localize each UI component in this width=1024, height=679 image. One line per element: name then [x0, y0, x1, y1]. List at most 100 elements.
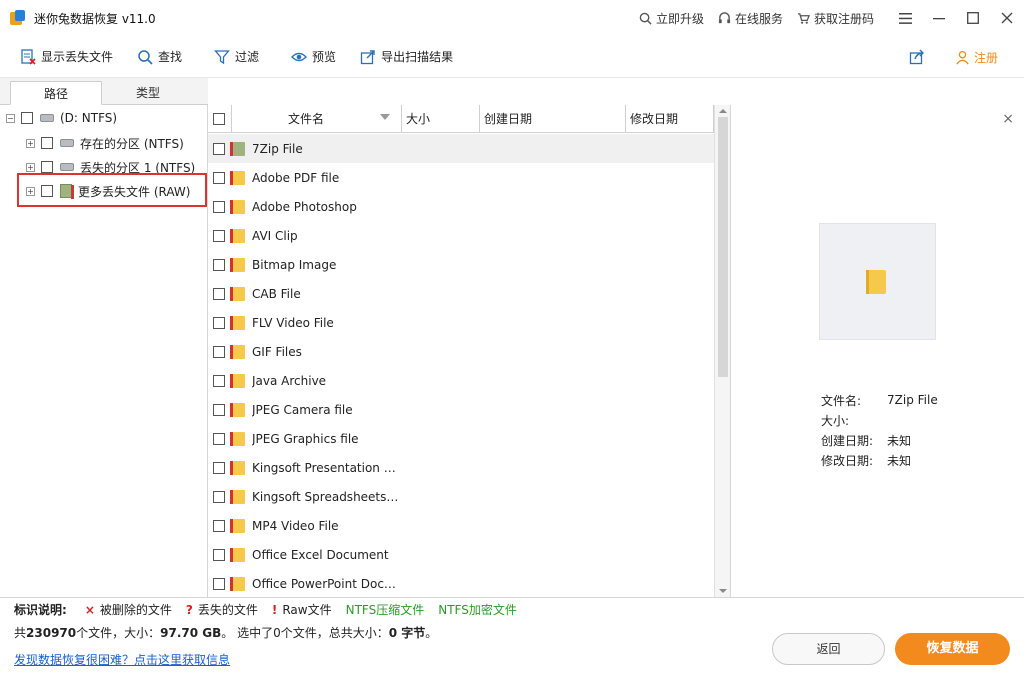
filter-button[interactable]: 过滤	[202, 42, 271, 72]
tree-root-label: (D: NTFS)	[60, 111, 118, 125]
file-type-icon	[230, 547, 245, 562]
minimize-icon	[933, 18, 945, 20]
table-row[interactable]: Kingsoft Presentation Do…	[208, 453, 714, 482]
scroll-down-icon[interactable]	[719, 589, 727, 593]
get-code-link[interactable]: 获取注册码	[797, 10, 874, 27]
header-name-label: 文件名	[288, 112, 325, 126]
row-file-name: Adobe Photoshop	[252, 199, 357, 214]
show-lost-files-button[interactable]: 显示丢失文件	[8, 42, 125, 72]
close-preview-icon[interactable]: ×	[1002, 111, 1014, 127]
header-modified[interactable]: 修改日期	[626, 105, 714, 133]
row-checkbox[interactable]	[213, 548, 225, 561]
file-type-icon	[230, 518, 245, 533]
row-checkbox[interactable]	[213, 461, 225, 474]
table-row[interactable]: Bitmap Image	[208, 250, 714, 279]
preview-label: 预览	[312, 50, 337, 64]
menu-button[interactable]	[888, 0, 922, 36]
find-button[interactable]: 查找	[125, 42, 194, 72]
legend-lost-label: 丢失的文件	[197, 603, 258, 617]
row-checkbox[interactable]	[213, 403, 225, 416]
row-checkbox[interactable]	[213, 316, 225, 329]
select-all-checkbox[interactable]	[213, 113, 225, 125]
table-row[interactable]: Adobe Photoshop	[208, 192, 714, 221]
table-row[interactable]: Adobe PDF file	[208, 163, 714, 192]
row-file-name: GIF Files	[252, 344, 302, 359]
row-checkbox[interactable]	[213, 229, 225, 242]
table-row[interactable]: 7Zip File	[208, 134, 714, 163]
cart-icon	[797, 12, 810, 24]
tree-lost-checkbox[interactable]	[41, 161, 53, 173]
header-size[interactable]: 大小	[402, 105, 480, 133]
title-bar: 迷你兔数据恢复 v11.0 立即升级 在线服务 获取注册码	[0, 0, 1024, 36]
meta-modified-value: 未知	[887, 453, 912, 468]
find-label: 查找	[158, 50, 183, 64]
export-scan-button[interactable]: 导出扫描结果	[348, 42, 465, 72]
row-checkbox[interactable]	[213, 287, 225, 300]
table-row[interactable]: JPEG Camera file	[208, 395, 714, 424]
tree-root-checkbox[interactable]	[21, 112, 33, 124]
raw-exclaim-icon: !	[271, 602, 278, 617]
scrollbar[interactable]	[714, 105, 730, 597]
row-file-name: Bitmap Image	[252, 257, 337, 272]
tree-existing-checkbox[interactable]	[41, 137, 53, 149]
maximize-icon	[967, 12, 979, 24]
share-button[interactable]	[897, 42, 937, 72]
eye-icon	[291, 52, 307, 61]
expand-icon[interactable]: +	[26, 162, 35, 172]
upgrade-label: 立即升级	[655, 11, 704, 26]
row-checkbox[interactable]	[213, 142, 225, 155]
legend-bar: 标识说明: × 被删除的文件 ? 丢失的文件 ! Raw文件 NTFS压缩文件 …	[0, 597, 1024, 621]
header-select-all[interactable]	[208, 105, 232, 133]
file-type-icon	[230, 286, 245, 301]
row-checkbox[interactable]	[213, 258, 225, 271]
table-row[interactable]: FLV Video File	[208, 308, 714, 337]
online-service-link[interactable]: 在线服务	[718, 10, 783, 27]
row-checkbox[interactable]	[213, 374, 225, 387]
tree-item-root[interactable]: − (D: NTFS)	[6, 107, 117, 129]
tree-item-existing[interactable]: + 存在的分区 (NTFS)	[26, 132, 184, 154]
app-logo-icon	[10, 10, 26, 26]
recover-button[interactable]: 恢复数据	[895, 633, 1010, 665]
expand-icon[interactable]: +	[26, 138, 35, 148]
header-created[interactable]: 创建日期	[480, 105, 626, 133]
table-row[interactable]: GIF Files	[208, 337, 714, 366]
headset-icon	[718, 11, 731, 23]
table-row[interactable]: CAB File	[208, 279, 714, 308]
view-tabs: 路径 类型	[0, 78, 208, 105]
summary-size: 97.70 GB	[160, 626, 222, 640]
upgrade-link[interactable]: 立即升级	[639, 10, 704, 27]
row-checkbox[interactable]	[213, 490, 225, 503]
table-row[interactable]: Office PowerPoint Docum…	[208, 569, 714, 597]
header-name[interactable]: 文件名	[232, 105, 402, 133]
file-type-icon	[230, 489, 245, 504]
scroll-thumb[interactable]	[718, 117, 728, 377]
back-button[interactable]: 返回	[772, 633, 885, 665]
tab-path[interactable]: 路径	[10, 81, 102, 105]
table-row[interactable]: JPEG Graphics file	[208, 424, 714, 453]
row-checkbox[interactable]	[213, 519, 225, 532]
collapse-icon[interactable]: −	[6, 113, 15, 123]
row-file-name: JPEG Camera file	[252, 402, 353, 417]
summary-count: 230970	[26, 626, 77, 640]
file-type-icon	[230, 170, 245, 185]
preview-button[interactable]: 预览	[279, 42, 348, 72]
row-checkbox[interactable]	[213, 432, 225, 445]
tab-type[interactable]: 类型	[102, 81, 194, 105]
scroll-up-icon[interactable]	[719, 109, 727, 113]
row-checkbox[interactable]	[213, 200, 225, 213]
table-row[interactable]: Java Archive	[208, 366, 714, 395]
maximize-button[interactable]	[956, 0, 990, 36]
register-button[interactable]: 注册	[955, 49, 998, 66]
row-checkbox[interactable]	[213, 577, 225, 590]
help-link[interactable]: 发现数据恢复很困难？点击这里获取信息	[14, 651, 230, 668]
minimize-button[interactable]	[922, 0, 956, 36]
table-row[interactable]: AVI Clip	[208, 221, 714, 250]
table-row[interactable]: Kingsoft Spreadsheets File	[208, 482, 714, 511]
table-row[interactable]: MP4 Video File	[208, 511, 714, 540]
export-icon	[360, 49, 375, 64]
row-checkbox[interactable]	[213, 345, 225, 358]
file-type-icon	[230, 460, 245, 475]
close-button[interactable]	[990, 0, 1024, 36]
table-row[interactable]: Office Excel Document	[208, 540, 714, 569]
row-checkbox[interactable]	[213, 171, 225, 184]
